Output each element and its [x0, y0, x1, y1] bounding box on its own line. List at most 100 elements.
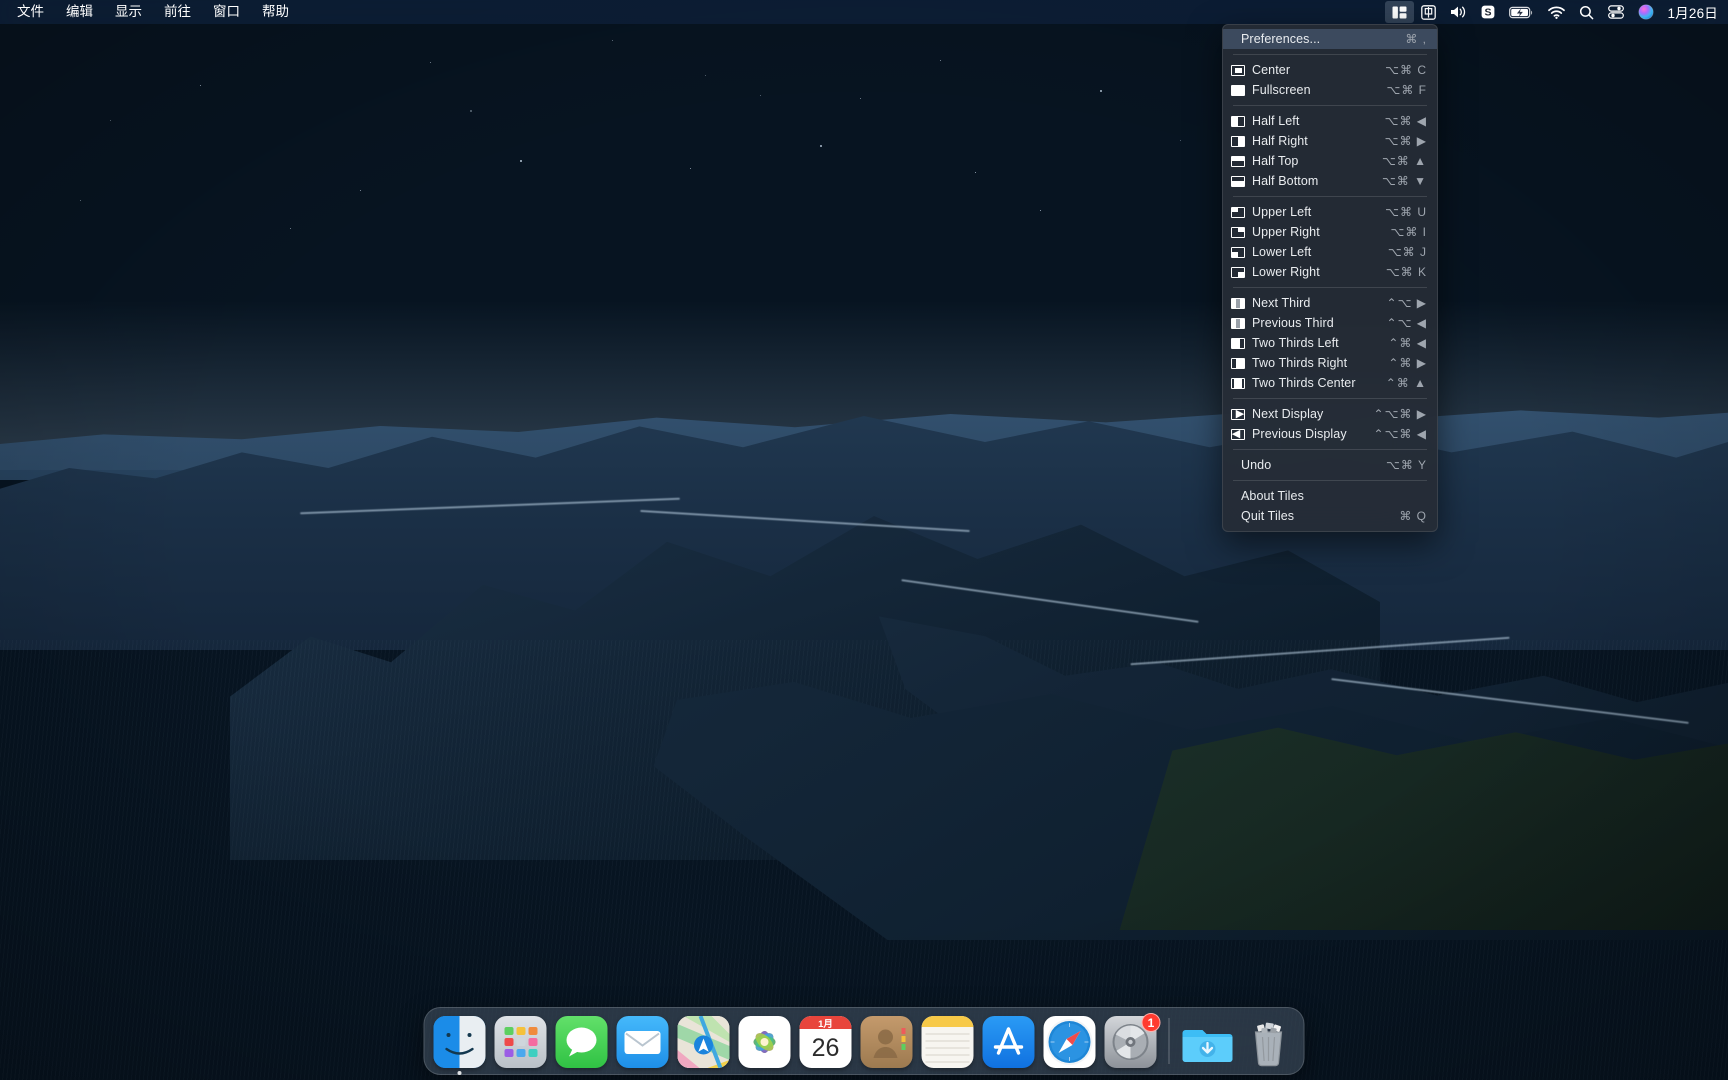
menu-item-label: Two Thirds Center	[1252, 376, 1356, 390]
status-item-volume[interactable]	[1443, 1, 1474, 23]
menu-bar-item-4[interactable]: 窗口	[202, 0, 251, 24]
display-next-icon: ▶	[1231, 409, 1245, 420]
menu-item-half-left[interactable]: Half Left ⌥⌘ ◀	[1223, 111, 1437, 131]
status-item-siri[interactable]	[1631, 1, 1661, 23]
menu-item-shortcut: ⌥⌘ I	[1391, 225, 1428, 239]
menu-bar-app-menus: 文件 编辑 显示 前往 窗口 帮助	[0, 0, 300, 24]
menu-item-shortcut: ⌃⌥ ◀	[1387, 316, 1427, 330]
dock-item-calendar[interactable]: 1月 26	[800, 1016, 852, 1068]
tile-next-third-icon	[1231, 298, 1245, 309]
menu-item-upper-left[interactable]: Upper Left ⌥⌘ U	[1223, 202, 1437, 222]
menu-item-lower-left[interactable]: Lower Left ⌥⌘ J	[1223, 242, 1437, 262]
menu-item-half-bottom[interactable]: Half Bottom ⌥⌘ ▼	[1223, 171, 1437, 191]
menu-item-label: Half Top	[1252, 154, 1298, 168]
dock-item-launchpad[interactable]	[495, 1016, 547, 1068]
menu-item-half-right[interactable]: Half Right ⌥⌘ ▶	[1223, 131, 1437, 151]
menu-item-shortcut: ⌥⌘ K	[1386, 265, 1427, 279]
trash-icon	[1243, 1016, 1295, 1068]
dock-item-app-store[interactable]	[983, 1016, 1035, 1068]
menu-item-label: Half Bottom	[1252, 174, 1318, 188]
tiles-icon	[1392, 6, 1407, 19]
menu-bar-clock[interactable]: 1月26日	[1661, 2, 1726, 22]
menu-separator	[1233, 105, 1427, 106]
menu-item-shortcut: ⌥⌘ ◀	[1385, 114, 1427, 128]
menu-item-shortcut: ⌃⌥⌘ ▶	[1374, 407, 1427, 421]
menu-item-fullscreen[interactable]: Fullscreen ⌥⌘ F	[1223, 80, 1437, 100]
menu-bar-item-2[interactable]: 显示	[104, 0, 153, 24]
menu-item-shortcut: ⌃⌥⌘ ◀	[1374, 427, 1427, 441]
status-item-battery[interactable]	[1502, 1, 1541, 23]
tile-fullscreen-icon	[1231, 85, 1245, 96]
finder-icon	[434, 1016, 486, 1068]
dock-separator	[1169, 1018, 1170, 1064]
tile-center-icon	[1231, 65, 1245, 76]
menu-item-two-thirds-right[interactable]: Two Thirds Right ⌃⌘ ▶	[1223, 353, 1437, 373]
menu-item-label: Previous Display	[1252, 427, 1347, 441]
dock-item-downloads[interactable]	[1182, 1016, 1234, 1068]
status-item-spotlight[interactable]	[1572, 1, 1601, 23]
running-indicator	[458, 1071, 462, 1075]
wifi-icon	[1548, 6, 1565, 19]
menu-item-label: Lower Left	[1252, 245, 1311, 259]
tile-lower-right-icon	[1231, 267, 1245, 278]
menu-item-label: Undo	[1241, 458, 1271, 472]
menu-separator	[1233, 480, 1427, 481]
battery-charging-icon	[1509, 6, 1534, 19]
dock-item-mail[interactable]	[617, 1016, 669, 1068]
dock-item-finder[interactable]	[434, 1016, 486, 1068]
dock-item-safari[interactable]	[1044, 1016, 1096, 1068]
dock-item-maps[interactable]	[678, 1016, 730, 1068]
menu-bar-item-1[interactable]: 编辑	[55, 0, 104, 24]
calendar-icon: 1月 26	[800, 1016, 852, 1068]
menu-item-two-thirds-left[interactable]: Two Thirds Left ⌃⌘ ◀	[1223, 333, 1437, 353]
siri-icon	[1638, 4, 1654, 20]
tile-half-top-icon	[1231, 156, 1245, 167]
maps-icon	[678, 1016, 730, 1068]
downloads-folder-icon	[1182, 1016, 1234, 1068]
tile-half-bottom-icon	[1231, 176, 1245, 187]
system-preferences-badge: 1	[1142, 1013, 1161, 1032]
menu-item-label: Lower Right	[1252, 265, 1320, 279]
menu-item-undo[interactable]: Undo ⌥⌘ Y	[1223, 455, 1437, 475]
dock-item-photos[interactable]	[739, 1016, 791, 1068]
status-item-wifi[interactable]	[1541, 1, 1572, 23]
svg-text:S: S	[1485, 7, 1492, 19]
status-item-sogou[interactable]: S	[1474, 1, 1502, 23]
menu-item-shortcut: ⌃⌘ ▶	[1388, 356, 1427, 370]
menu-item-upper-right[interactable]: Upper Right ⌥⌘ I	[1223, 222, 1437, 242]
dock-item-notes[interactable]	[922, 1016, 974, 1068]
display-previous-icon: ◀	[1231, 429, 1245, 440]
status-item-tiles[interactable]	[1385, 1, 1414, 23]
menu-item-preferences[interactable]: Preferences... ⌘ ,	[1223, 29, 1437, 49]
menu-item-shortcut: ⌥⌘ Y	[1386, 458, 1427, 472]
menu-item-quit-tiles[interactable]: Quit Tiles ⌘ Q	[1223, 506, 1437, 526]
status-item-input-method[interactable]	[1414, 1, 1443, 23]
menu-item-next-third[interactable]: Next Third ⌃⌥ ▶	[1223, 293, 1437, 313]
tile-two-thirds-center-icon	[1231, 378, 1245, 389]
menu-item-shortcut: ⌥⌘ C	[1385, 63, 1427, 77]
menu-item-two-thirds-center[interactable]: Two Thirds Center ⌃⌘ ▲	[1223, 373, 1437, 393]
menu-item-shortcut: ⌥⌘ ▼	[1382, 174, 1427, 188]
menu-item-next-display[interactable]: ▶ Next Display ⌃⌥⌘ ▶	[1223, 404, 1437, 424]
menu-bar-item-3[interactable]: 前往	[153, 0, 202, 24]
menu-item-shortcut: ⌘ Q	[1399, 509, 1427, 523]
menu-item-previous-third[interactable]: Previous Third ⌃⌥ ◀	[1223, 313, 1437, 333]
menu-item-lower-right[interactable]: Lower Right ⌥⌘ K	[1223, 262, 1437, 282]
menu-item-half-top[interactable]: Half Top ⌥⌘ ▲	[1223, 151, 1437, 171]
menu-bar-item-5[interactable]: 帮助	[251, 0, 300, 24]
dock-item-contacts[interactable]	[861, 1016, 913, 1068]
menu-item-label: Next Third	[1252, 296, 1310, 310]
menu-item-previous-display[interactable]: ◀ Previous Display ⌃⌥⌘ ◀	[1223, 424, 1437, 444]
status-item-control-center[interactable]	[1601, 1, 1631, 23]
menu-item-about-tiles[interactable]: About Tiles	[1223, 486, 1437, 506]
sogou-icon: S	[1481, 5, 1495, 19]
menu-separator	[1233, 449, 1427, 450]
menu-item-label: About Tiles	[1241, 489, 1304, 503]
menu-bar-item-0[interactable]: 文件	[6, 0, 55, 24]
dock-item-messages[interactable]	[556, 1016, 608, 1068]
menu-item-center[interactable]: Center ⌥⌘ C	[1223, 60, 1437, 80]
calendar-month: 1月	[800, 1016, 852, 1029]
control-center-icon	[1608, 5, 1624, 19]
dock-item-system-preferences[interactable]: 1	[1105, 1016, 1157, 1068]
dock-item-trash[interactable]	[1243, 1016, 1295, 1068]
